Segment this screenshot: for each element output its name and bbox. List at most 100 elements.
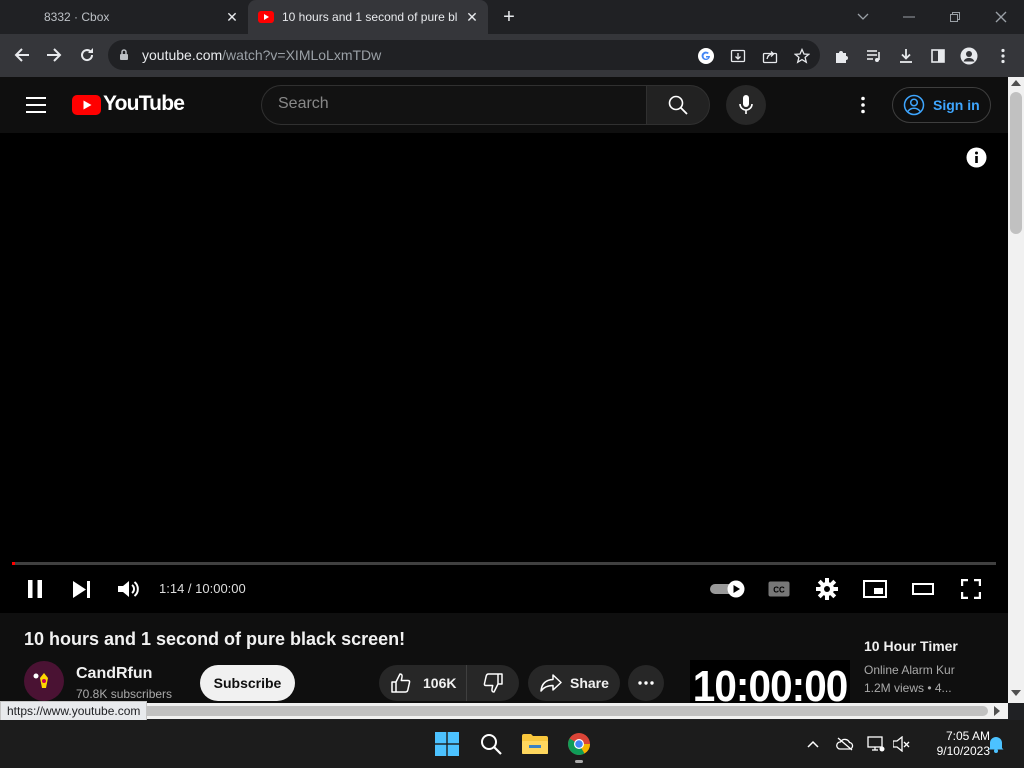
side-panel-icon[interactable] — [927, 45, 949, 67]
fullscreen-button[interactable] — [958, 576, 984, 602]
chrome-app-icon[interactable] — [564, 729, 594, 759]
hamburger-menu-icon[interactable] — [26, 97, 46, 113]
share-button[interactable]: Share — [528, 665, 620, 701]
horizontal-scroll-thumb[interactable] — [16, 706, 988, 716]
restore-icon[interactable] — [932, 0, 978, 34]
clock-time: 7:05 AM — [945, 729, 990, 743]
like-button[interactable]: 106K — [379, 665, 467, 701]
time-readout: 1:14 / 10:00:00 — [159, 581, 246, 596]
minimize-icon[interactable] — [886, 0, 932, 34]
gear-icon — [816, 578, 838, 600]
info-icon[interactable] — [966, 147, 987, 168]
channel-name[interactable]: CandRfun — [76, 665, 152, 683]
url-text[interactable]: youtube.com/watch?v=XIMLoLxmTDw — [142, 47, 381, 63]
captions-button[interactable]: CC — [766, 576, 792, 602]
tab-title: 10 hours and 1 second of pure black scre… — [282, 10, 458, 24]
subscriber-count: 70.8K subscribers — [76, 687, 173, 701]
media-control-icon[interactable] — [863, 45, 885, 67]
window-close-icon[interactable] — [978, 0, 1024, 34]
more-actions-button[interactable] — [628, 665, 664, 701]
lock-icon[interactable] — [119, 48, 129, 61]
network-icon[interactable] — [867, 735, 885, 753]
settings-more-icon[interactable] — [860, 96, 866, 114]
like-dislike-group: 106K — [379, 665, 519, 701]
thumbs-up-icon — [391, 673, 411, 693]
thumbs-down-icon — [483, 673, 503, 693]
autoplay-toggle[interactable] — [709, 576, 747, 602]
scroll-right-arrow-icon[interactable] — [994, 706, 1000, 716]
tray-chevron-up-icon[interactable] — [804, 735, 822, 753]
video-title: 10 hours and 1 second of pure black scre… — [24, 629, 406, 649]
vertical-scroll-thumb[interactable] — [1010, 92, 1022, 234]
account-circle-icon — [903, 94, 925, 116]
share-page-icon[interactable] — [759, 45, 781, 67]
forward-arrow-icon[interactable] — [42, 43, 66, 67]
sign-in-button[interactable]: Sign in — [892, 87, 991, 123]
youtube-logo-text[interactable]: YouTube — [103, 92, 185, 116]
close-icon[interactable]: ✕ — [464, 9, 480, 25]
extensions-puzzle-icon[interactable] — [831, 45, 853, 67]
scroll-down-arrow-icon[interactable] — [1011, 690, 1021, 696]
progress-bar[interactable] — [12, 562, 996, 565]
tab-youtube-active[interactable]: 10 hours and 1 second of pure black scre… — [248, 0, 488, 34]
clock-date: 9/10/2023 — [936, 744, 990, 758]
back-arrow-icon[interactable] — [10, 43, 34, 67]
more-horiz-icon — [638, 681, 654, 685]
recommended-video-channel[interactable]: Online Alarm Kur — [864, 663, 955, 677]
like-count: 106K — [423, 675, 457, 691]
tab-title: 8332 · Cbox — [44, 10, 110, 24]
search-icon — [668, 95, 688, 115]
profile-icon[interactable] — [958, 45, 980, 67]
taskbar-search-icon[interactable] — [476, 729, 506, 759]
pause-button[interactable] — [22, 576, 48, 602]
recommended-video-title[interactable]: 10 Hour Timer — [864, 638, 958, 654]
scroll-up-arrow-icon[interactable] — [1011, 80, 1021, 86]
volume-icon — [118, 581, 139, 597]
running-indicator — [575, 760, 583, 763]
svg-text:CC: CC — [773, 586, 785, 595]
notification-bell-icon[interactable] — [987, 735, 1005, 753]
video-player[interactable] — [0, 133, 1008, 613]
youtube-favicon-icon — [258, 11, 274, 23]
volume-muted-icon[interactable] — [893, 735, 911, 753]
system-clock[interactable]: 7:05 AM 9/10/2023 — [920, 729, 990, 759]
mute-button[interactable] — [116, 576, 142, 602]
theater-mode-button[interactable] — [910, 576, 936, 602]
install-app-icon[interactable] — [727, 45, 749, 67]
bookmark-star-icon[interactable] — [791, 45, 813, 67]
downloads-icon[interactable] — [895, 45, 917, 67]
pause-icon — [28, 580, 42, 598]
sign-in-label: Sign in — [933, 97, 980, 113]
fullscreen-icon — [961, 579, 981, 599]
file-explorer-icon[interactable] — [520, 729, 550, 759]
dislike-button[interactable] — [467, 665, 519, 701]
autoplay-icon — [710, 580, 745, 598]
search-button[interactable] — [646, 85, 710, 125]
tab-cbox[interactable]: 8332 · Cbox ✕ — [0, 0, 248, 34]
google-lens-icon[interactable] — [695, 45, 717, 67]
tab-search-icon[interactable] — [840, 0, 886, 34]
voice-search-button[interactable] — [726, 85, 766, 125]
theater-icon — [912, 583, 934, 595]
youtube-logo-icon[interactable] — [72, 95, 101, 115]
close-icon[interactable]: ✕ — [224, 9, 240, 25]
captions-icon: CC — [768, 581, 790, 597]
thumbnail-text: 10:00:00 — [692, 662, 849, 705]
reload-icon[interactable] — [75, 43, 99, 67]
recommended-video-thumbnail[interactable]: 10:00:00 — [690, 660, 850, 705]
channel-avatar[interactable] — [24, 661, 64, 701]
chrome-menu-icon[interactable] — [992, 45, 1014, 67]
next-icon — [73, 580, 90, 598]
microphone-icon — [739, 95, 753, 114]
new-tab-icon[interactable]: + — [498, 6, 520, 28]
search-placeholder: Search — [278, 95, 329, 112]
settings-button[interactable] — [814, 576, 840, 602]
next-button[interactable] — [69, 576, 95, 602]
share-arrow-icon — [540, 674, 562, 692]
onedrive-offline-icon[interactable] — [836, 735, 854, 753]
miniplayer-button[interactable] — [862, 576, 888, 602]
recommended-video-meta: 1.2M views • 4... — [864, 681, 952, 695]
windows-start-icon[interactable] — [432, 729, 462, 759]
progress-played — [12, 562, 15, 565]
subscribe-button[interactable]: Subscribe — [200, 665, 295, 701]
